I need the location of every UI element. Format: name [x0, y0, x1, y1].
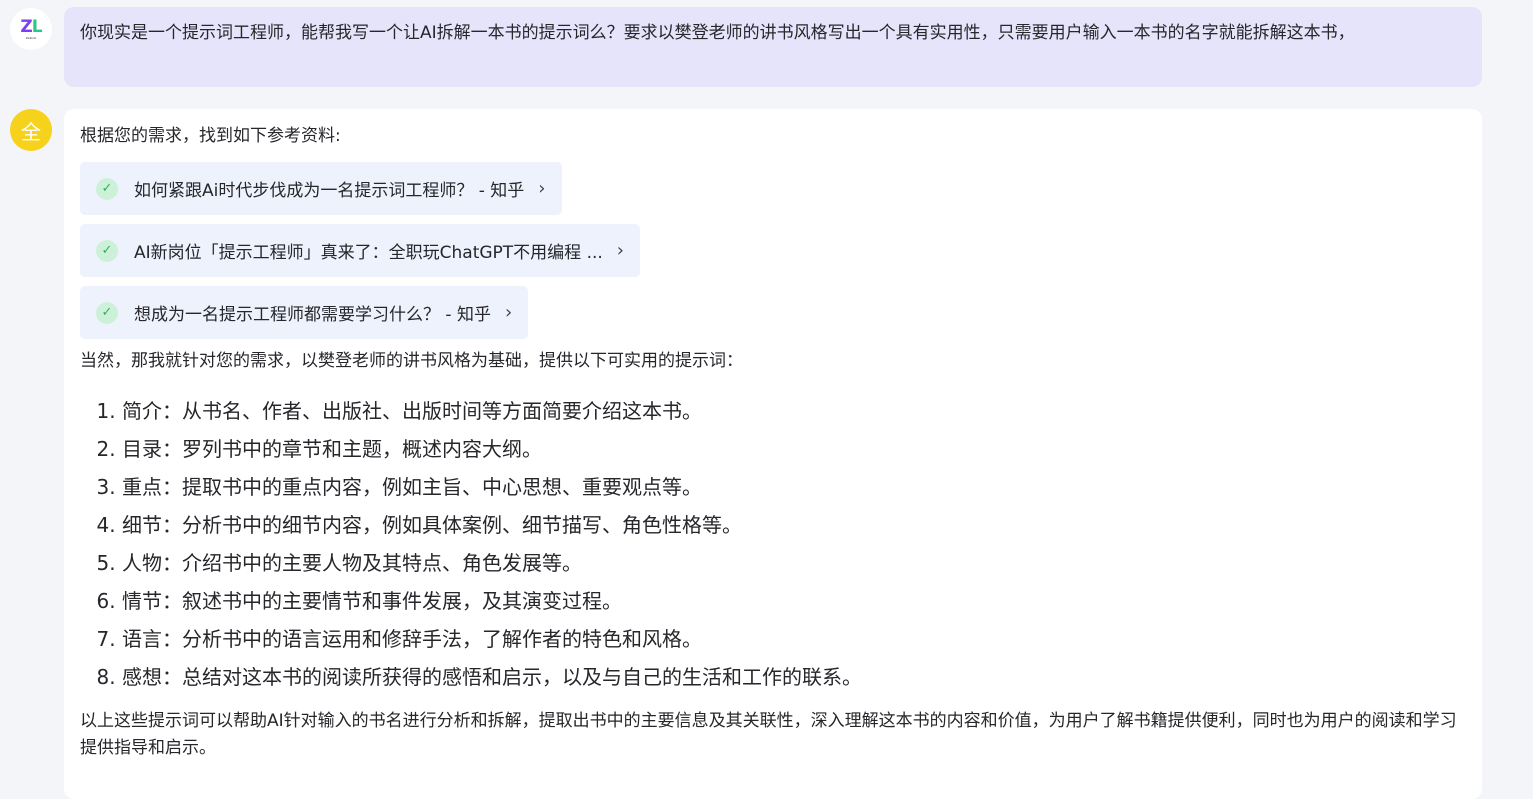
- assistant-avatar: 全: [10, 109, 52, 151]
- reference-title: 想成为一名提示工程师都需要学习什么？ - 知乎: [134, 305, 491, 325]
- chevron-right-icon: ›: [538, 178, 546, 199]
- chevron-right-icon: ›: [616, 240, 624, 261]
- list-item: 重点：提取书中的重点内容，例如主旨、中心思想、重要观点等。: [122, 468, 1466, 506]
- list-item: 简介：从书名、作者、出版社、出版时间等方面简要介绍这本书。: [122, 392, 1466, 430]
- reference-link[interactable]: ✓ 如何紧跟Ai时代步伐成为一名提示词工程师？ - 知乎 ›: [80, 162, 562, 215]
- chevron-right-icon: ›: [504, 302, 513, 323]
- list-item: 语言：分析书中的语言运用和修辞手法，了解作者的特色和风格。: [122, 620, 1466, 658]
- check-icon: ✓: [96, 301, 118, 324]
- reference-title: AI新岗位「提示工程师」真来了：全职玩ChatGPT不用编程 ...: [134, 243, 603, 263]
- check-icon: ✓: [96, 177, 118, 200]
- lead-text: 当然，那我就针对您的需求，以樊登老师的讲书风格为基础，提供以下可实用的提示词：: [80, 351, 743, 371]
- assistant-message: 根据您的需求，找到如下参考资料: ✓ 如何紧跟Ai时代步伐成为一名提示词工程师？ …: [64, 109, 1482, 799]
- prompt-list: 简介：从书名、作者、出版社、出版时间等方面简要介绍这本书。目录：罗列书中的章节和…: [122, 392, 1466, 696]
- list-item: 人物：介绍书中的主要人物及其特点、角色发展等。: [122, 544, 1466, 582]
- list-item: 感想：总结对这本书的阅读所获得的感悟和启示，以及与自己的生活和工作的联系。: [122, 658, 1466, 696]
- user-avatar: ZL ZelinAI: [10, 8, 52, 50]
- reference-link[interactable]: ✓ AI新岗位「提示工程师」真来了：全职玩ChatGPT不用编程 ... ›: [80, 224, 640, 277]
- list-item: 情节：叙述书中的主要情节和事件发展，及其演变过程。: [122, 582, 1466, 620]
- reference-title: 如何紧跟Ai时代步伐成为一名提示词工程师？ - 知乎: [134, 181, 525, 201]
- check-icon: ✓: [96, 239, 118, 262]
- list-item: 目录：罗列书中的章节和主题，概述内容大纲。: [122, 430, 1466, 468]
- reference-link[interactable]: ✓ 想成为一名提示工程师都需要学习什么？ - 知乎 ›: [80, 286, 529, 339]
- logo: ZL: [20, 16, 42, 37]
- user-message: 你现实是一个提示词工程师，能帮我写一个让AI拆解一本书的提示词么？要求以樊登老师…: [64, 7, 1482, 87]
- outro-text: 以上这些提示词可以帮助AI针对输入的书名进行分析和拆解，提取出书中的主要信息及其…: [80, 711, 1457, 758]
- intro-text: 根据您的需求，找到如下参考资料:: [80, 126, 341, 146]
- logo-sub: ZelinAI: [25, 35, 37, 40]
- list-item: 细节：分析书中的细节内容，例如具体案例、细节描写、角色性格等。: [122, 506, 1466, 544]
